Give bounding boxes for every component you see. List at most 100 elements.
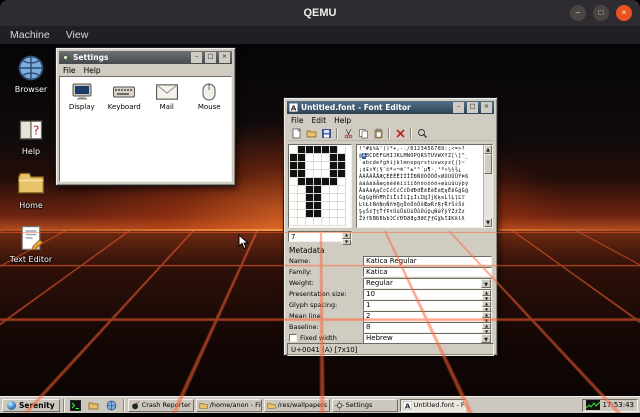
glyph-pixel[interactable] [314, 178, 322, 186]
settings-item-keyboard[interactable]: Keyboard [108, 83, 142, 111]
maximize-button[interactable]: □ [467, 102, 478, 113]
glyph-pixel[interactable] [298, 162, 306, 170]
charmap-cell[interactable]: _ [465, 153, 468, 159]
glyph-pixel[interactable] [330, 162, 338, 170]
glyph-pixel[interactable] [338, 186, 346, 194]
glyph-pixel[interactable] [314, 194, 322, 202]
glyph-editor[interactable] [288, 144, 352, 228]
quick-launch-browser[interactable] [104, 399, 120, 412]
quick-launch-file-manager[interactable] [86, 399, 102, 412]
glyph-pixel[interactable] [330, 202, 338, 210]
glyph-pixel[interactable] [330, 146, 338, 154]
copy-button[interactable] [356, 127, 370, 140]
glyph-pixel[interactable] [306, 170, 314, 178]
glyph-pixel[interactable] [314, 218, 322, 226]
menu-help[interactable]: Help [334, 116, 351, 125]
cpu-graph-icon[interactable] [586, 400, 600, 410]
baseline-spinner[interactable]: 8 ▲ ▼ [363, 322, 492, 333]
glyph-pixel[interactable] [306, 162, 314, 170]
charmap-scrollbar[interactable]: ▲ ▼ [483, 145, 492, 227]
mean-line-spinner[interactable]: 2 ▲ ▼ [363, 311, 492, 322]
glyph-pixel[interactable] [314, 146, 322, 154]
menu-help[interactable]: Help [84, 66, 101, 75]
settings-item-mail[interactable]: Mail [150, 83, 184, 111]
taskbar-clock[interactable]: 17:53:43 [603, 401, 634, 409]
glyph-pixel[interactable] [306, 186, 314, 194]
glyph-pixel[interactable] [314, 154, 322, 162]
minimize-button[interactable]: – [570, 5, 586, 21]
glyph-pixel[interactable] [322, 178, 330, 186]
menu-file[interactable]: File [63, 66, 76, 75]
scrollbar-thumb[interactable] [484, 154, 492, 174]
glyph-spacing-spinner[interactable]: 1 ▲ ▼ [363, 300, 492, 311]
glyph-pixel[interactable] [330, 186, 338, 194]
quick-launch-terminal[interactable] [68, 399, 84, 412]
glyph-pixel[interactable] [322, 202, 330, 210]
open-button[interactable] [304, 127, 318, 140]
glyph-width-spinner[interactable]: 7 ▲ ▼ [288, 231, 352, 242]
glyph-pixel[interactable] [298, 170, 306, 178]
glyph-pixel[interactable] [314, 210, 322, 218]
desktop-icon-browser[interactable]: Browser [2, 54, 60, 94]
charmap-cell[interactable]: ~ [462, 160, 465, 166]
glyph-pixel[interactable] [306, 146, 314, 154]
cut-button[interactable] [341, 127, 355, 140]
glyph-pixel[interactable] [290, 202, 298, 210]
glyph-pixel[interactable] [338, 162, 346, 170]
charmap-cell[interactable]: ƛ [462, 216, 465, 222]
menu-view[interactable]: View [66, 29, 89, 41]
chevron-down-icon[interactable]: ▼ [481, 279, 491, 288]
settings-item-mouse[interactable]: Mouse [193, 83, 227, 111]
glyph-pixel[interactable] [290, 162, 298, 170]
glyph-pixel[interactable] [322, 210, 330, 218]
maximize-button[interactable]: □ [205, 52, 216, 63]
menu-file[interactable]: File [291, 116, 304, 125]
charmap-cell[interactable]: ß [465, 174, 468, 180]
close-button[interactable]: × [219, 52, 230, 63]
glyph-pixel[interactable] [306, 194, 314, 202]
scroll-down-icon[interactable]: ▼ [484, 218, 492, 227]
desktop-icon-home[interactable]: Home [2, 170, 60, 210]
glyph-pixel[interactable] [338, 218, 346, 226]
desktop-icon-help[interactable]: ? Help [2, 116, 60, 156]
paste-button[interactable] [371, 127, 385, 140]
settings-titlebar[interactable]: Settings – □ × [59, 51, 232, 64]
qemu-titlebar[interactable]: QEMU – □ × [0, 0, 640, 26]
glyph-pixel[interactable] [290, 154, 298, 162]
zoom-button[interactable] [415, 127, 429, 140]
glyph-pixel[interactable] [290, 186, 298, 194]
font-editor-titlebar[interactable]: A Untitled.font - Font Editor – □ × [287, 101, 494, 114]
glyph-pixel[interactable] [298, 218, 306, 226]
glyph-pixel[interactable] [322, 154, 330, 162]
settings-item-display[interactable]: Display [65, 83, 99, 111]
glyph-pixel[interactable] [338, 170, 346, 178]
glyph-pixel[interactable] [298, 210, 306, 218]
task-button-settings[interactable]: Settings [332, 399, 398, 412]
glyph-pixel[interactable] [290, 194, 298, 202]
glyph-pixel[interactable] [290, 218, 298, 226]
script-select[interactable]: Hebrew ▼ [363, 333, 492, 344]
scroll-up-icon[interactable]: ▲ [484, 145, 492, 154]
close-button[interactable]: × [616, 5, 632, 21]
weight-select[interactable]: Regular ▼ [363, 278, 492, 289]
menu-edit[interactable]: Edit [312, 116, 327, 125]
glyph-pixel[interactable] [314, 202, 322, 210]
delete-button[interactable] [393, 127, 407, 140]
glyph-pixel[interactable] [298, 194, 306, 202]
glyph-pixel[interactable] [338, 178, 346, 186]
charmap-cell[interactable]: ÿ [465, 181, 468, 187]
glyph-pixel[interactable] [322, 194, 330, 202]
charmap-cell[interactable]: ğ [465, 188, 468, 194]
glyph-pixel[interactable] [322, 170, 330, 178]
glyph-pixel[interactable] [298, 178, 306, 186]
chevron-down-icon[interactable]: ▼ [481, 334, 491, 343]
glyph-pixel[interactable] [330, 218, 338, 226]
glyph-pixel[interactable] [298, 202, 306, 210]
start-button[interactable]: Serenity [2, 399, 60, 412]
glyph-pixel[interactable] [298, 186, 306, 194]
glyph-pixel[interactable] [338, 146, 346, 154]
glyph-pixel[interactable] [306, 154, 314, 162]
glyph-pixel[interactable] [314, 186, 322, 194]
menu-machine[interactable]: Machine [10, 29, 50, 41]
maximize-button[interactable]: □ [593, 5, 609, 21]
